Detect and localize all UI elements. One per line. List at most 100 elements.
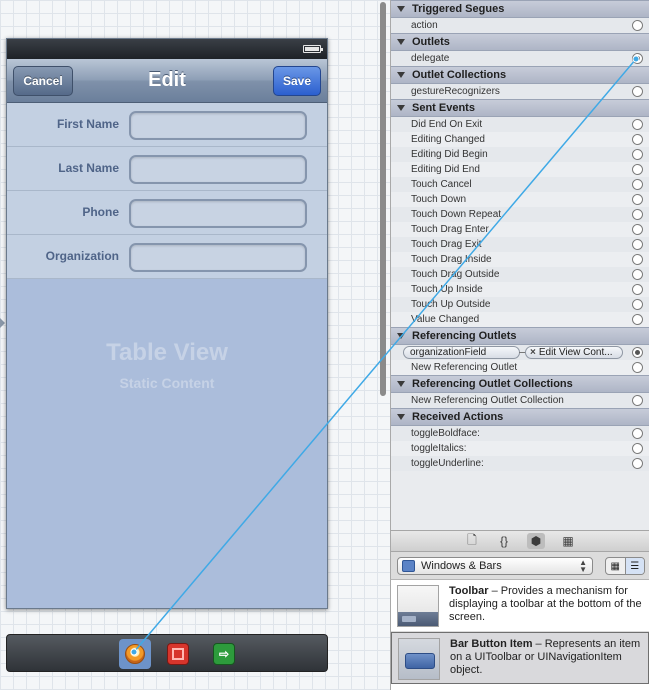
- disclosure-triangle-icon[interactable]: [397, 72, 405, 78]
- connection-label: Touch Drag Outside: [411, 269, 500, 280]
- connection-circle-icon[interactable]: [632, 299, 643, 310]
- organization-field[interactable]: [129, 243, 307, 272]
- connection-circle-icon[interactable]: [632, 179, 643, 190]
- disclosure-triangle-icon[interactable]: [397, 381, 405, 387]
- connection-circle-icon[interactable]: [632, 314, 643, 325]
- connection-label: Touch Down: [411, 194, 467, 205]
- connection-circle-icon[interactable]: [632, 395, 643, 406]
- section-header-referencing-outlets[interactable]: Referencing Outlets: [391, 327, 649, 345]
- list-view-icon[interactable]: ☰: [624, 558, 644, 574]
- section-title: Outlet Collections: [412, 69, 507, 81]
- disclosure-triangle-icon[interactable]: [397, 414, 405, 420]
- connection-circle-icon[interactable]: [632, 20, 643, 31]
- connection-row: gestureRecognizers: [391, 84, 649, 99]
- connection-circle-filled-icon[interactable]: [632, 347, 643, 358]
- connection-circle-icon[interactable]: [632, 284, 643, 295]
- braces-icon[interactable]: {}: [495, 533, 513, 549]
- connection-circle-icon[interactable]: [632, 134, 643, 145]
- connection-circle-icon[interactable]: [632, 443, 643, 454]
- section-rows: organizationField × Edit View Cont... New…: [391, 345, 649, 375]
- connection-circle-icon[interactable]: [632, 119, 643, 130]
- library-item-name: Bar Button Item: [450, 638, 533, 650]
- connection-circle-icon[interactable]: [632, 254, 643, 265]
- outlet-name-pill[interactable]: organizationField: [403, 346, 520, 359]
- table-view-placeholder[interactable]: Table View Static Content: [7, 279, 327, 608]
- connection-row: toggleBoldface:: [391, 426, 649, 441]
- connection-circle-icon[interactable]: [632, 194, 643, 205]
- list-item[interactable]: Toolbar – Provides a mechanism for displ…: [391, 580, 649, 632]
- connection-circle-icon[interactable]: [632, 269, 643, 280]
- connection-row: Touch Up Outside: [391, 297, 649, 312]
- connection-circle-icon[interactable]: [632, 164, 643, 175]
- outlet-target-pill[interactable]: × Edit View Cont...: [525, 346, 623, 359]
- scene-dock: ⇨: [6, 634, 328, 672]
- library-category-select[interactable]: Windows & Bars ▲ ▼: [397, 557, 593, 575]
- first-name-field[interactable]: [129, 111, 307, 140]
- form-row-organization[interactable]: Organization: [7, 235, 327, 279]
- connection-circle-icon[interactable]: [632, 149, 643, 160]
- connection-circle-icon[interactable]: [632, 428, 643, 439]
- form-row-phone[interactable]: Phone: [7, 191, 327, 235]
- disclosure-triangle-icon[interactable]: [397, 105, 405, 111]
- connection-row: Touch Drag Exit: [391, 237, 649, 252]
- section-header-sent-events[interactable]: Sent Events: [391, 99, 649, 117]
- cube-icon[interactable]: ⬢: [527, 533, 545, 549]
- last-name-field[interactable]: [129, 155, 307, 184]
- navigation-bar[interactable]: Cancel Edit Save: [7, 59, 327, 103]
- connection-label: Touch Drag Inside: [411, 254, 492, 265]
- save-button[interactable]: Save: [273, 66, 321, 96]
- connection-circle-icon[interactable]: [632, 362, 643, 373]
- list-item[interactable]: Bar Button Item – Represents an item on …: [391, 632, 649, 684]
- connection-row: Editing Changed: [391, 132, 649, 147]
- connection-label: Editing Did Begin: [411, 149, 488, 160]
- section-rows: delegate: [391, 51, 649, 66]
- connection-label: delegate: [411, 53, 450, 64]
- section-header-outlet-collections[interactable]: Outlet Collections: [391, 66, 649, 84]
- connection-circle-icon[interactable]: [632, 458, 643, 469]
- organization-label: Organization: [45, 249, 119, 263]
- connection-circle-filled-icon[interactable]: [632, 53, 643, 64]
- library-view-toggle[interactable]: ▦ ☰: [605, 557, 645, 575]
- exit-icon[interactable]: ⇨: [213, 643, 235, 665]
- connection-label: gestureRecognizers: [411, 86, 500, 97]
- form-row-last-name[interactable]: Last Name: [7, 147, 327, 191]
- connection-circle-icon[interactable]: [632, 209, 643, 220]
- pane-splitter[interactable]: [376, 0, 390, 690]
- connection-row: Touch Drag Enter: [391, 222, 649, 237]
- connection-circle-icon[interactable]: [632, 239, 643, 250]
- file-icon[interactable]: 🗋: [463, 533, 481, 549]
- disclosure-triangle-icon[interactable]: [397, 333, 405, 339]
- connection-circle-icon[interactable]: [632, 86, 643, 97]
- section-rows: action: [391, 18, 649, 33]
- library-tab-bar: 🗋 {} ⬢ ▦: [390, 530, 649, 552]
- remove-connection-icon[interactable]: ×: [530, 347, 536, 358]
- connection-circle-icon[interactable]: [632, 224, 643, 235]
- connection-label: action: [411, 20, 438, 31]
- section-header-outlets[interactable]: Outlets: [391, 33, 649, 51]
- referencing-outlet-row: organizationField × Edit View Cont...: [391, 345, 649, 360]
- phone-field[interactable]: [129, 199, 307, 228]
- section-title: Referencing Outlet Collections: [412, 378, 573, 390]
- splitter-handle[interactable]: [380, 2, 386, 396]
- connection-label: Value Changed: [411, 314, 480, 325]
- phone-label: Phone: [82, 205, 119, 219]
- first-responder-icon[interactable]: [119, 639, 151, 669]
- connection-label: Editing Did End: [411, 164, 480, 175]
- select-arrows-icon: ▲ ▼: [579, 558, 587, 574]
- section-header-referencing-outlet-collections[interactable]: Referencing Outlet Collections: [391, 375, 649, 393]
- section-title: Received Actions: [412, 411, 504, 423]
- view-controller-icon[interactable]: [167, 643, 189, 665]
- connection-label: Editing Changed: [411, 134, 485, 145]
- disclosure-triangle-icon[interactable]: [397, 6, 405, 12]
- disclosure-triangle-icon[interactable]: [397, 39, 405, 45]
- library-list: Toolbar – Provides a mechanism for displ…: [390, 580, 649, 690]
- status-bar: [7, 39, 327, 59]
- section-header-received-actions[interactable]: Received Actions: [391, 408, 649, 426]
- window-icon: [402, 560, 415, 572]
- grid-view-icon[interactable]: ▦: [606, 558, 625, 574]
- grid-icon[interactable]: ▦: [559, 533, 577, 549]
- scene-view-controller[interactable]: Cancel Edit Save First Name Last Name Ph…: [6, 38, 328, 609]
- section-header-triggered-segues[interactable]: Triggered Segues: [391, 0, 649, 18]
- form-row-first-name[interactable]: First Name: [7, 103, 327, 147]
- connection-row: Touch Cancel: [391, 177, 649, 192]
